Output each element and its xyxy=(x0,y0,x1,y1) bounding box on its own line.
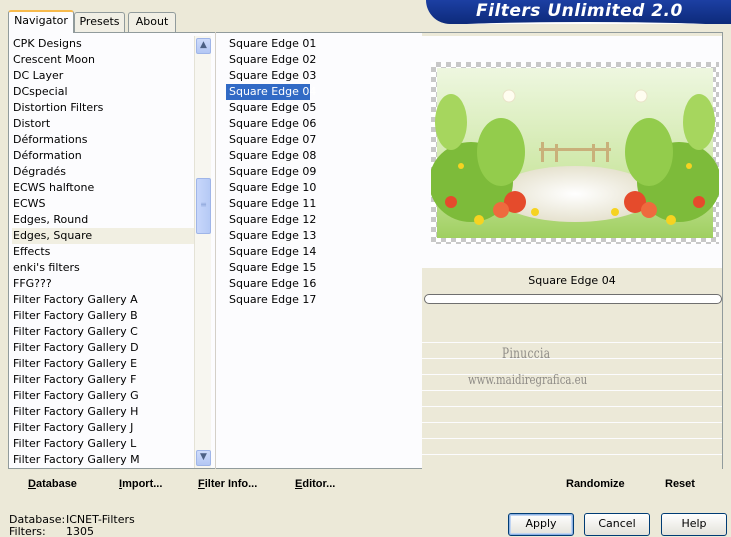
filter-item[interactable]: Square Edge 16 xyxy=(226,276,416,292)
param-separator xyxy=(422,422,722,423)
scroll-down-icon[interactable]: ▼ xyxy=(196,450,211,466)
parameters-panel xyxy=(422,326,722,468)
filter-item[interactable]: Square Edge 08 xyxy=(226,148,416,164)
filter-item[interactable]: Square Edge 06 xyxy=(226,116,416,132)
filter-item[interactable]: Square Edge 02 xyxy=(226,52,416,68)
category-item[interactable]: Filter Factory Gallery D xyxy=(12,340,194,356)
category-item[interactable]: ECWS xyxy=(12,196,194,212)
category-item[interactable]: Dégradés xyxy=(12,164,194,180)
filter-info-label: ilter Info... xyxy=(204,478,258,490)
import-button[interactable]: Import... xyxy=(119,478,162,490)
watermark-author: Pinuccia xyxy=(502,346,551,362)
filter-info-mnemonic: F xyxy=(198,478,205,490)
param-separator xyxy=(422,342,722,343)
filter-item[interactable]: Square Edge 07 xyxy=(226,132,416,148)
scroll-up-icon[interactable]: ▲ xyxy=(196,38,211,54)
param-separator xyxy=(422,390,722,391)
filter-info-button[interactable]: Filter Info... xyxy=(198,478,257,490)
category-item[interactable]: Filter Factory Gallery A xyxy=(12,292,194,308)
tab-about[interactable]: About xyxy=(128,12,176,32)
param-separator xyxy=(422,438,722,439)
param-separator xyxy=(422,454,722,455)
filter-item[interactable]: Square Edge 01 xyxy=(226,36,416,52)
preview-filter-name: Square Edge 04 xyxy=(528,274,616,287)
category-item[interactable]: Déformation xyxy=(12,148,194,164)
category-item[interactable]: Déformations xyxy=(12,132,194,148)
column-divider xyxy=(215,32,216,469)
database-button[interactable]: Database xyxy=(28,478,77,490)
garden-picture xyxy=(431,68,719,238)
filter-item[interactable]: Square Edge 15 xyxy=(226,260,416,276)
filter-item[interactable]: Square Edge 10 xyxy=(226,180,416,196)
category-item[interactable]: Filter Factory Gallery M xyxy=(12,452,194,468)
apply-button[interactable]: Apply xyxy=(508,513,574,536)
app-title: Filters Unlimited 2.0 xyxy=(476,1,683,21)
filter-list[interactable]: Square Edge 01 Square Edge 02 Square Edge … xyxy=(226,36,416,326)
category-item[interactable]: Edges, Round xyxy=(12,212,194,228)
help-button[interactable]: Help xyxy=(661,513,727,536)
category-item[interactable]: Filter Factory Gallery E xyxy=(12,356,194,372)
filters-count-value: 1305 xyxy=(66,525,94,537)
tab-navigator[interactable]: Navigator xyxy=(8,10,74,33)
category-item[interactable]: Edges, Square xyxy=(12,228,194,244)
filter-item[interactable]: Square Edge 12 xyxy=(226,212,416,228)
param-separator xyxy=(422,406,722,407)
param-separator xyxy=(422,358,722,359)
category-list[interactable]: CPK Designs Crescent Moon DC Layer DCspecia… xyxy=(12,36,194,468)
category-item[interactable]: Filter Factory Gallery H xyxy=(12,404,194,420)
category-item[interactable]: Filter Factory Gallery G xyxy=(12,388,194,404)
category-item[interactable]: Filter Factory Gallery J xyxy=(12,420,194,436)
cancel-button[interactable]: Cancel xyxy=(584,513,650,536)
progress-bar xyxy=(424,294,722,304)
category-item[interactable]: Crescent Moon xyxy=(12,52,194,68)
filter-item[interactable]: Square Edge 17 xyxy=(226,292,416,308)
filter-item[interactable]: Square Edge 05 xyxy=(226,100,416,116)
category-item[interactable]: Distortion Filters xyxy=(12,100,194,116)
category-item[interactable]: Filter Factory Gallery B xyxy=(12,308,194,324)
filter-item[interactable]: Square Edge 03 xyxy=(226,68,416,84)
category-item[interactable]: Filter Factory Gallery L xyxy=(12,436,194,452)
category-item[interactable]: FFG??? xyxy=(12,276,194,292)
category-item[interactable]: DC Layer xyxy=(12,68,194,84)
editor-label: ditor... xyxy=(302,478,336,490)
randomize-button[interactable]: Randomize xyxy=(566,478,625,490)
category-item[interactable]: enki's filters xyxy=(12,260,194,276)
scroll-thumb[interactable]: ≡ xyxy=(196,178,211,234)
database-label: atabase xyxy=(35,478,77,490)
tab-presets[interactable]: Presets xyxy=(74,12,125,32)
category-item[interactable]: Distort xyxy=(12,116,194,132)
category-item[interactable]: Filter Factory Gallery F xyxy=(12,372,194,388)
filter-item[interactable]: Square Edge 11 xyxy=(226,196,416,212)
reset-button[interactable]: Reset xyxy=(665,478,695,490)
category-item[interactable]: Filter Factory Gallery C xyxy=(12,324,194,340)
watermark-url: www.maidiregrafica.eu xyxy=(468,373,588,388)
filter-item[interactable]: Square Edge 13 xyxy=(226,228,416,244)
filter-item[interactable]: Square Edge 09 xyxy=(226,164,416,180)
database-mnemonic: D xyxy=(28,478,36,490)
category-item[interactable]: DCspecial xyxy=(12,84,194,100)
filters-count-label: Filters: xyxy=(9,525,46,537)
editor-button[interactable]: Editor... xyxy=(295,478,335,490)
category-item[interactable]: CPK Designs xyxy=(12,36,194,52)
category-item[interactable]: ECWS halftone xyxy=(12,180,194,196)
title-banner: Filters Unlimited 2.0 xyxy=(426,0,731,24)
category-scrollbar[interactable]: ▲ ≡ ▼ xyxy=(194,36,211,468)
filter-item[interactable]: Square Edge 14 xyxy=(226,244,416,260)
filter-item[interactable]: Square Edge 04 xyxy=(226,84,316,100)
category-item[interactable]: Effects xyxy=(12,244,194,260)
preview-image xyxy=(431,62,719,244)
import-label: mport... xyxy=(122,478,163,490)
